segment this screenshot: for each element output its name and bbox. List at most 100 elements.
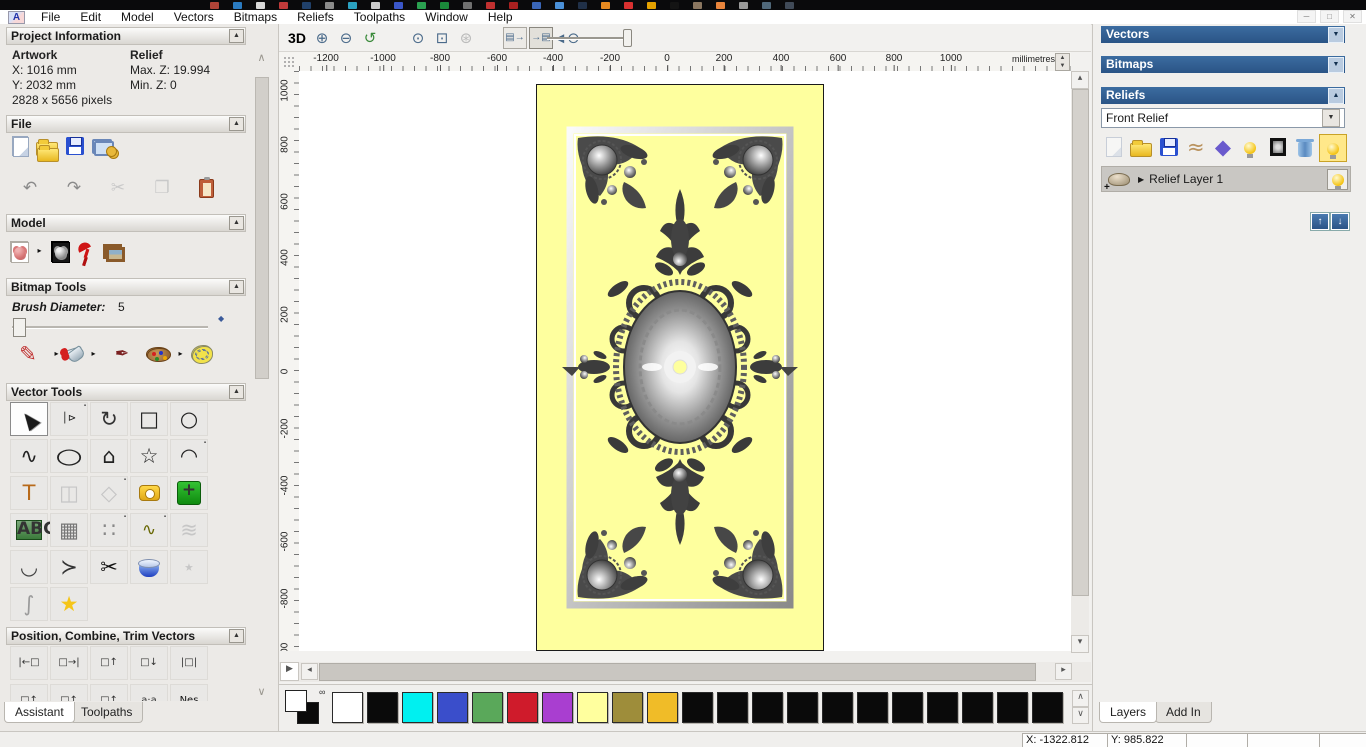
create-text-tool[interactable]: T [10, 476, 48, 510]
create-star-tool[interactable]: ☆ [130, 439, 168, 473]
offset-vectors-tool[interactable]: ◇ [90, 476, 128, 510]
cut-icon[interactable]: ✂ [100, 172, 136, 204]
horizontal-scrollbar[interactable]: ▶ ◂ ▸ [279, 662, 1091, 682]
collapse-icon[interactable]: ▲ [229, 216, 244, 230]
center-in-page-icon[interactable]: □↑ [10, 684, 48, 701]
colour-swatch[interactable] [577, 692, 608, 723]
colour-swatch[interactable] [402, 692, 433, 723]
slice-vectors-tool[interactable]: ∫ [10, 587, 48, 621]
delete-relief-icon[interactable] [1292, 134, 1318, 160]
wrap-vectors-tool[interactable]: ★ [50, 587, 88, 621]
taskbar-app-icon[interactable] [670, 2, 679, 9]
colour-swatch[interactable] [787, 692, 818, 723]
tab-assistant[interactable]: Assistant [4, 702, 75, 723]
align-bottom-icon[interactable]: □↓ [130, 646, 168, 680]
merge-relief-icon[interactable]: ◆ [1210, 134, 1236, 160]
flyout-arrow-icon[interactable]: ▸ [35, 235, 44, 267]
preferences-icon[interactable] [92, 139, 112, 154]
taskbar-app-icon[interactable] [371, 2, 380, 9]
nesting-icon[interactable]: Nes [170, 684, 208, 701]
tab-toolpaths[interactable]: Toolpaths [70, 702, 143, 723]
vector-tools-header[interactable]: Vector Tools ▲ [6, 383, 246, 401]
zoom-1to1-icon[interactable]: ⊙ [406, 27, 430, 49]
taskbar-app-icon[interactable] [233, 2, 242, 9]
flyout-arrow-icon[interactable]: ▸ [89, 338, 98, 370]
zoom-previous-icon[interactable]: ↺ [358, 27, 382, 49]
trim-vectors-tool[interactable]: ✂ [90, 550, 128, 584]
center-horizontal-icon[interactable]: |□| [170, 646, 208, 680]
view-zoom-slider-handle[interactable] [623, 29, 632, 47]
snap-grid-toggle-icon[interactable]: ▤→ [503, 27, 527, 49]
artwork-canvas[interactable] [536, 84, 824, 651]
taskbar-app-icon[interactable] [509, 2, 518, 9]
colour-swatch[interactable] [367, 692, 398, 723]
create-polygon-tool[interactable]: ⌂ [90, 439, 128, 473]
zoom-in-icon[interactable]: ⊕ [310, 27, 334, 49]
greyscale-from-image-icon[interactable] [103, 244, 122, 259]
view-3d-button[interactable]: 3D [284, 27, 310, 49]
colour-swatch[interactable] [332, 692, 363, 723]
copy-icon[interactable]: ❐ [144, 172, 180, 204]
taskbar-app-icon[interactable] [256, 2, 265, 9]
align-top-icon[interactable]: □↑ [90, 646, 128, 680]
taskbar-app-icon[interactable] [279, 2, 288, 9]
brush-slider-handle[interactable] [13, 318, 26, 337]
taskbar-app-icon[interactable] [210, 2, 219, 9]
zoom-fit-icon[interactable]: ⊡ [430, 27, 454, 49]
zoom-out-icon[interactable]: ⊖ [334, 27, 358, 49]
taskbar-app-icon[interactable] [693, 2, 702, 9]
scrollbar-thumb[interactable] [1072, 89, 1089, 596]
colour-swatch[interactable] [542, 692, 573, 723]
reliefs-panel-header[interactable]: Reliefs ▲ [1101, 87, 1345, 104]
taskbar-app-icon[interactable] [555, 2, 564, 9]
scroll-right-icon[interactable]: ▸ [1055, 663, 1072, 680]
expand-down-icon[interactable]: ▼ [1328, 57, 1344, 73]
scroll-left-icon[interactable]: ◂ [301, 663, 318, 680]
taskbar-app-icon[interactable] [417, 2, 426, 9]
relief-select-dropdown[interactable]: Front Relief [1101, 108, 1345, 128]
colour-swatch[interactable] [437, 692, 468, 723]
flyout-arrow-icon[interactable]: ▸ [176, 338, 185, 370]
taskbar-app-icon[interactable] [785, 2, 794, 9]
new-model-icon[interactable] [12, 136, 28, 156]
vertical-scrollbar[interactable]: ▴ ▾ [1071, 71, 1089, 651]
colour-swatch[interactable] [822, 692, 853, 723]
greyscale-relief-icon[interactable] [1265, 134, 1291, 160]
scroll-down-icon[interactable]: ∨ [254, 685, 269, 701]
move-layer-down-button[interactable]: ↓ [1331, 213, 1349, 230]
zoom-object-icon[interactable]: ⊛ [454, 27, 478, 49]
collapse-icon[interactable]: ▲ [229, 29, 244, 43]
create-ellipse-tool[interactable]: ○ [50, 439, 88, 473]
taskbar-app-icon[interactable] [716, 2, 725, 9]
save-model-icon[interactable] [66, 137, 84, 155]
dropdown-arrow-icon[interactable]: ▼ [1322, 109, 1340, 127]
scatter-copies-icon[interactable]: a·a [130, 684, 168, 701]
collapse-icon[interactable]: ▲ [229, 280, 244, 294]
menu-item[interactable]: Toolpaths [344, 11, 415, 24]
fit-arcs-tool[interactable]: ◡ [10, 550, 48, 584]
colour-swatch[interactable] [1032, 692, 1063, 723]
position-combine-header[interactable]: Position, Combine, Trim Vectors ▲ [6, 627, 246, 645]
invert-relief-icon[interactable] [51, 241, 69, 262]
node-editing-tool[interactable]: │⊳ [50, 402, 88, 436]
taskbar-app-icon[interactable] [463, 2, 472, 9]
taskbar-app-icon[interactable] [578, 2, 587, 9]
primary-colour-swatch[interactable] [285, 690, 307, 712]
model-section-header[interactable]: Model ▲ [6, 214, 246, 232]
colour-swatch[interactable] [682, 692, 713, 723]
file-section-header[interactable]: File ▲ [6, 115, 246, 133]
scrollbar-thumb[interactable] [319, 663, 1036, 681]
taskbar-app-icon[interactable] [647, 2, 656, 9]
menu-item[interactable]: Bitmaps [224, 11, 287, 24]
colour-swatch[interactable] [472, 692, 503, 723]
create-circle-tool[interactable]: ○ [170, 402, 208, 436]
taskbar-app-icon[interactable] [532, 2, 541, 9]
close-button[interactable]: ✕ [1343, 10, 1362, 23]
collapse-icon[interactable]: ▲ [229, 117, 244, 131]
brush-diameter-slider[interactable] [12, 326, 208, 329]
layer-expander-icon[interactable]: ▶ [1138, 175, 1144, 184]
scroll-down-icon[interactable]: ▾ [1071, 635, 1089, 653]
scrollbar-thumb[interactable] [255, 77, 269, 379]
ruler-corner-handle[interactable] [279, 52, 300, 72]
measure-tool[interactable] [130, 476, 168, 510]
